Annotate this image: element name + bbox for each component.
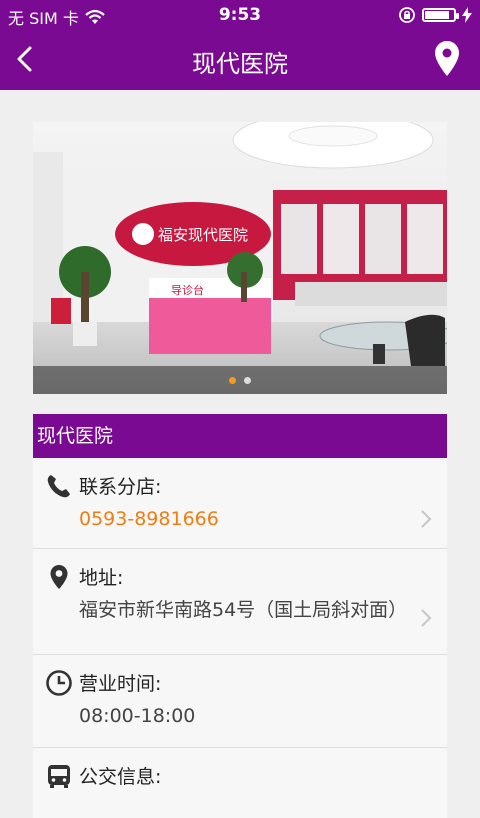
- carousel-indicator: [33, 366, 447, 394]
- bus-row: 公交信息:: [33, 748, 447, 818]
- rotation-lock-icon: [399, 7, 415, 23]
- address-row[interactable]: 地址: 福安市新华南路54号（国土局斜对面）: [33, 549, 447, 655]
- banner-carousel[interactable]: 福安现代医院 导诊台: [33, 122, 447, 394]
- address-label: 地址:: [79, 567, 124, 589]
- hospital-lobby-image: 福安现代医院 导诊台: [33, 122, 447, 394]
- charging-icon: [462, 7, 472, 23]
- address-text: 福安市新华南路54号（国土局斜对面）: [79, 599, 408, 621]
- banner-sign-text: 福安现代医院: [158, 226, 248, 244]
- phone-number[interactable]: 0593-8981666: [79, 506, 409, 533]
- status-bar: 无 SIM 卡 9:53: [0, 0, 480, 30]
- phone-icon: [47, 475, 70, 498]
- hours-row: 营业时间: 08:00-18:00: [33, 655, 447, 748]
- bus-icon: [48, 765, 70, 788]
- bus-label: 公交信息:: [79, 766, 162, 788]
- clock-icon: [46, 670, 72, 696]
- carousel-dot[interactable]: [229, 376, 236, 384]
- carousel-dot[interactable]: [244, 376, 251, 384]
- nav-bar: 现代医院: [0, 30, 480, 90]
- chevron-right-icon: [421, 609, 432, 627]
- battery-icon: [422, 8, 459, 22]
- store-info-card: 现代医院 联系分店: 0593-8981666 地址: 福安市新华南路54号（国…: [33, 414, 447, 818]
- location-pin-icon[interactable]: [434, 40, 460, 78]
- banner-desk-text: 导诊台: [171, 283, 204, 297]
- phone-label: 联系分店:: [79, 476, 162, 498]
- phone-row[interactable]: 联系分店: 0593-8981666: [33, 458, 447, 549]
- location-pin-icon: [50, 565, 68, 589]
- hours-value: 08:00-18:00: [79, 705, 196, 727]
- card-title: 现代医院: [33, 414, 447, 458]
- chevron-right-icon: [421, 510, 432, 528]
- page-title: 现代医院: [192, 50, 288, 78]
- hours-label: 营业时间:: [79, 673, 162, 695]
- status-right: [398, 6, 472, 24]
